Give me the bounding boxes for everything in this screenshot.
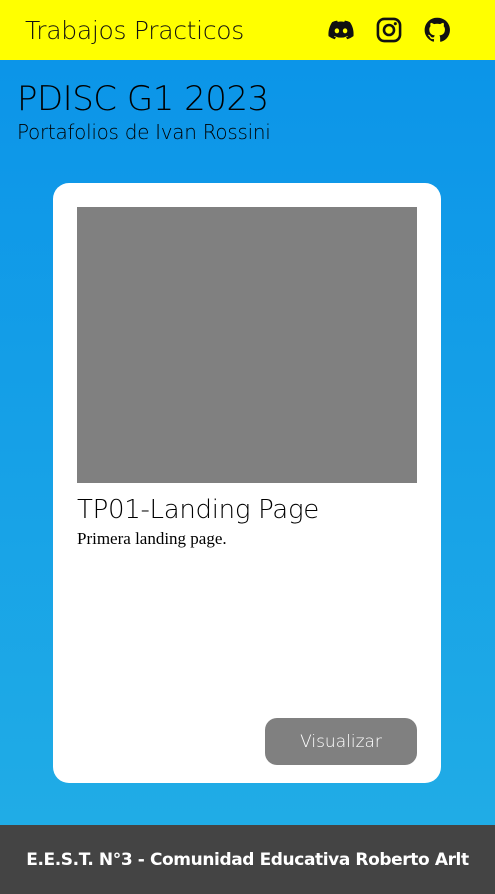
site-title: Trabajos Practicos bbox=[25, 15, 244, 45]
top-bar: Trabajos Practicos bbox=[0, 0, 495, 60]
discord-icon[interactable] bbox=[327, 16, 355, 44]
social-links bbox=[327, 16, 451, 44]
github-icon[interactable] bbox=[423, 16, 451, 44]
hero: PDISC G1 2023 Portafolios de Ivan Rossin… bbox=[17, 78, 271, 144]
view-project-button[interactable]: Visualizar bbox=[265, 718, 417, 765]
project-thumbnail bbox=[77, 207, 417, 483]
project-card: TP01-Landing Page Primera landing page. … bbox=[53, 183, 441, 783]
footer-text: E.E.S.T. N°3 - Comunidad Educativa Rober… bbox=[26, 849, 469, 870]
footer: E.E.S.T. N°3 - Comunidad Educativa Rober… bbox=[0, 825, 495, 894]
project-title: TP01-Landing Page bbox=[77, 495, 319, 525]
project-description: Primera landing page. bbox=[77, 529, 227, 548]
page-title: PDISC G1 2023 bbox=[17, 79, 269, 119]
page-subtitle: Portafolios de Ivan Rossini bbox=[17, 120, 271, 144]
instagram-icon[interactable] bbox=[375, 16, 403, 44]
